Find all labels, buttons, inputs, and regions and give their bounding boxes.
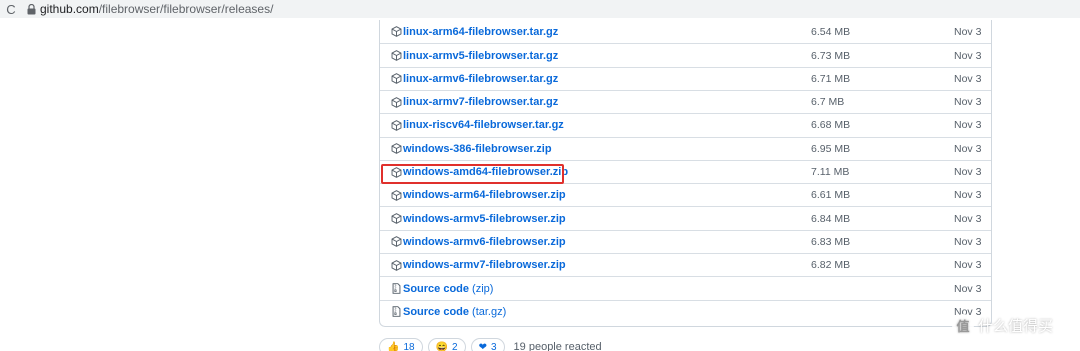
asset-size: 6.73 MB [811, 49, 851, 62]
asset-name: linux-armv5-filebrowser.tar.gz [403, 49, 559, 62]
reaction-button[interactable]: 👍 18 [379, 338, 423, 351]
asset-format: (tar.gz) [472, 305, 507, 318]
reactions-bar: 👍 18 😄 2 ❤ 3 19 people reacted [379, 338, 602, 351]
file-zip-icon [391, 306, 403, 318]
watermark-logo-icon: 值 [952, 314, 974, 336]
asset-size: 6.83 MB [811, 235, 851, 248]
asset-name: Source code [403, 305, 470, 318]
asset-size: 7.11 MB [811, 166, 850, 179]
watermark-text: 什么值得买 [978, 317, 1054, 335]
reactions-summary: 19 people reacted [513, 341, 602, 351]
asset-size: 6.84 MB [811, 212, 851, 225]
asset-name: linux-riscv64-filebrowser.tar.gz [403, 119, 564, 132]
asset-row: linux-armv6-filebrowser.tar.gz 6.71 MB Nov… [380, 66, 991, 91]
asset-link[interactable]: Source code (tar.gz) [391, 306, 506, 318]
asset-size: 6.61 MB [811, 189, 851, 202]
asset-name: linux-arm64-filebrowser.tar.gz [403, 25, 559, 38]
asset-size: 6.82 MB [811, 259, 851, 272]
asset-date: Nov 3 [954, 142, 982, 155]
reaction-count: 2 [452, 341, 458, 351]
asset-row: windows-armv5-filebrowser.zip 6.84 MB Nov … [380, 206, 991, 230]
browser-address-bar: C github.com/filebrowser/filebrowser/rel… [0, 0, 1080, 18]
asset-date: Nov 3 [954, 72, 982, 85]
package-icon [391, 213, 403, 224]
watermark: 值 什么值得买 [952, 314, 1053, 336]
asset-link[interactable]: linux-armv7-filebrowser.tar.gz [391, 96, 558, 108]
asset-size: 6.54 MB [811, 25, 851, 38]
asset-name: linux-armv6-filebrowser.tar.gz [403, 72, 559, 85]
asset-link[interactable]: linux-armv6-filebrowser.tar.gz [391, 73, 558, 85]
asset-name: Source code [403, 282, 470, 295]
reload-icon[interactable]: C [0, 2, 22, 17]
asset-size: 6.68 MB [811, 119, 851, 132]
asset-size: 6.71 MB [811, 72, 851, 85]
asset-row: Source code (tar.gz) Nov 3 [380, 299, 991, 324]
asset-link[interactable]: windows-armv7-filebrowser.zip [391, 259, 566, 271]
asset-row: linux-arm64-filebrowser.tar.gz 6.54 MB Nov… [380, 20, 991, 44]
url-path: /filebrowser/filebrowser/releases/ [98, 2, 274, 16]
reaction-button[interactable]: ❤ 3 [470, 338, 505, 351]
lock-icon[interactable] [22, 3, 40, 15]
package-icon [391, 259, 403, 271]
package-icon [391, 96, 403, 108]
asset-link[interactable]: windows-armv5-filebrowser.zip [391, 213, 566, 225]
asset-date: Nov 3 [954, 212, 982, 225]
asset-row: windows-arm64-filebrowser.zip 6.61 MB Nov … [380, 183, 991, 207]
package-icon [391, 26, 403, 38]
asset-row: Source code (zip) Nov 3 [380, 276, 991, 300]
asset-row: linux-armv7-filebrowser.tar.gz 6.7 MB Nov … [380, 89, 991, 114]
asset-row: windows-386-filebrowser.zip 6.95 MB Nov 3 [380, 136, 991, 161]
asset-row: linux-armv5-filebrowser.tar.gz 6.73 MB Nov… [380, 43, 991, 67]
asset-name: windows-386-filebrowser.zip [403, 142, 552, 155]
asset-name: windows-armv7-filebrowser.zip [403, 259, 566, 272]
asset-date: Nov 3 [954, 49, 982, 62]
url-host: github.com [40, 2, 99, 16]
asset-name: windows-armv6-filebrowser.zip [403, 235, 566, 248]
asset-row: linux-riscv64-filebrowser.tar.gz 6.68 MB N… [380, 113, 991, 137]
asset-link[interactable]: windows-386-filebrowser.zip [391, 143, 552, 155]
asset-link[interactable]: linux-riscv64-filebrowser.tar.gz [391, 119, 564, 131]
asset-name: windows-arm64-filebrowser.zip [403, 189, 566, 202]
asset-row: windows-armv7-filebrowser.zip 6.82 MB Nov … [380, 253, 991, 277]
asset-link[interactable]: linux-armv5-filebrowser.tar.gz [391, 50, 558, 62]
asset-name: linux-armv7-filebrowser.tar.gz [403, 96, 559, 109]
file-zip-icon [391, 283, 403, 294]
package-icon [391, 73, 403, 85]
asset-date: Nov 3 [954, 282, 982, 295]
package-icon [391, 189, 403, 201]
asset-date: Nov 3 [954, 166, 982, 179]
highlight-box [381, 164, 564, 184]
package-icon [391, 236, 403, 248]
reaction-emoji-icon: 👍 [387, 341, 400, 351]
asset-link[interactable]: Source code (zip) [391, 283, 493, 295]
reaction-emoji-icon: 😄 [435, 341, 449, 351]
asset-size: 6.7 MB [811, 96, 845, 109]
asset-date: Nov 3 [954, 96, 982, 109]
package-icon [391, 50, 403, 61]
reaction-count: 3 [490, 341, 497, 351]
package-icon [391, 120, 403, 131]
asset-date: Nov 3 [954, 235, 982, 248]
asset-format: (zip) [472, 282, 494, 295]
package-icon [391, 143, 403, 155]
asset-link[interactable]: windows-armv6-filebrowser.zip [391, 236, 566, 248]
address-url[interactable]: github.com/filebrowser/filebrowser/relea… [40, 2, 273, 16]
reaction-emoji-icon: ❤ [478, 341, 487, 351]
asset-date: Nov 3 [954, 119, 982, 132]
asset-link[interactable]: windows-arm64-filebrowser.zip [391, 189, 566, 201]
asset-name: windows-armv5-filebrowser.zip [403, 212, 566, 225]
asset-size: 6.95 MB [811, 142, 851, 155]
asset-row: windows-armv6-filebrowser.zip 6.83 MB Nov … [380, 229, 991, 254]
asset-date: Nov 3 [954, 259, 982, 272]
reaction-count: 18 [403, 341, 415, 351]
asset-link[interactable]: linux-arm64-filebrowser.tar.gz [391, 26, 558, 38]
asset-date: Nov 3 [954, 189, 982, 202]
reaction-button[interactable]: 😄 2 [427, 338, 466, 351]
asset-date: Nov 3 [954, 25, 982, 38]
